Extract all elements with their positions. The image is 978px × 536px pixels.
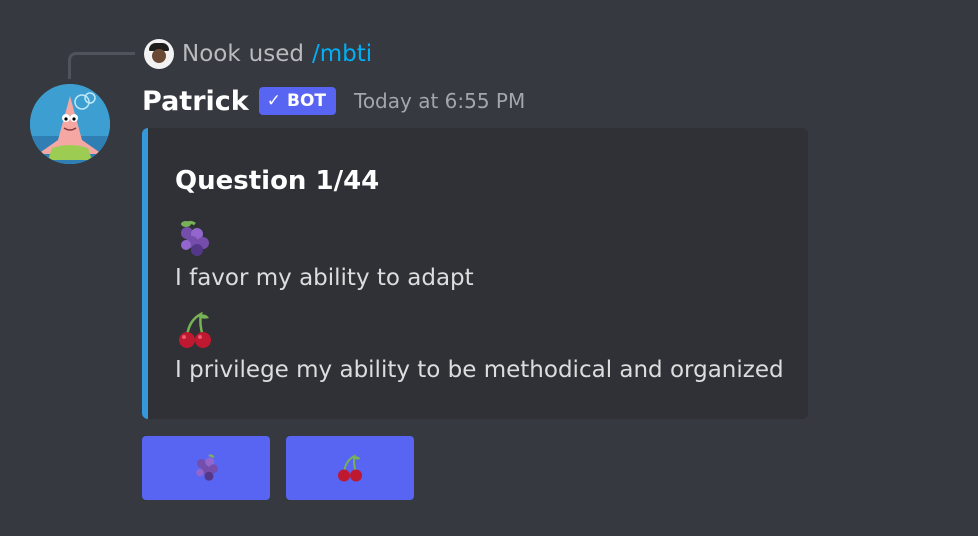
- reply-command[interactable]: /mbti: [312, 41, 372, 67]
- embed-title: Question 1/44: [175, 166, 380, 196]
- cherries-icon: [175, 310, 215, 350]
- option-text-2: I privilege my ability to be methodical …: [175, 357, 784, 383]
- verified-check-icon: ✓: [266, 91, 281, 111]
- embed-accent-bar: [142, 128, 148, 419]
- reply-reference[interactable]: Nook used /mbti: [144, 38, 372, 70]
- grapes-answer-button[interactable]: [142, 436, 270, 500]
- reply-spine: [68, 52, 135, 79]
- cherries-icon: [338, 454, 362, 482]
- message-header: Patrick ✓ BOT Today at 6:55 PM: [142, 84, 525, 118]
- bot-username[interactable]: Patrick: [142, 86, 249, 117]
- reply-username[interactable]: Nook: [182, 41, 241, 67]
- nook-avatar[interactable]: [144, 39, 174, 69]
- question-embed: Question 1/44 I favor my ability to adap…: [142, 128, 808, 419]
- bot-badge-label: BOT: [286, 91, 326, 111]
- grapes-icon: [196, 454, 218, 481]
- grapes-icon: [175, 218, 215, 258]
- patrick-avatar[interactable]: [30, 84, 110, 164]
- reply-used-text: used: [248, 41, 304, 67]
- option-text-1: I favor my ability to adapt: [175, 265, 474, 291]
- message-timestamp[interactable]: Today at 6:55 PM: [354, 89, 525, 113]
- cherries-answer-button[interactable]: [286, 436, 414, 500]
- bot-badge: ✓ BOT: [258, 87, 336, 115]
